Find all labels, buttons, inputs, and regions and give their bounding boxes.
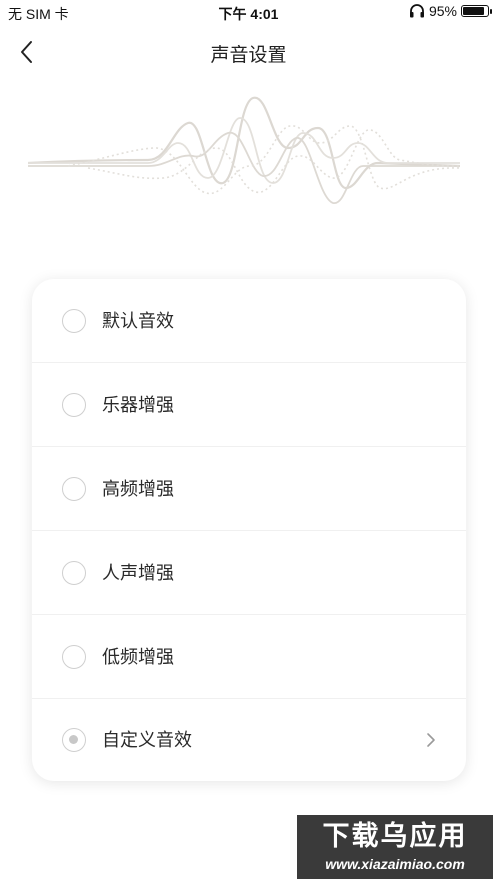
page-title: 声音设置 — [210, 45, 287, 66]
option-row-treble[interactable]: 高频增强 — [32, 447, 466, 531]
battery-icon — [461, 5, 492, 17]
radio-button[interactable] — [62, 476, 86, 501]
chevron-right-icon — [427, 733, 435, 747]
radio-button[interactable] — [62, 644, 86, 669]
watermark-logo: 下载乌应用 www.xiazaimiao.com — [297, 815, 493, 879]
watermark-url: www.xiazaimiao.com — [325, 856, 465, 872]
headphones-icon — [409, 4, 424, 18]
option-label: 人声增强 — [102, 562, 174, 583]
option-row-custom[interactable]: 自定义音效 — [32, 699, 466, 781]
radio-button[interactable] — [62, 308, 86, 333]
option-label: 高频增强 — [102, 478, 174, 499]
status-right: 95% — [409, 3, 492, 19]
radio-button[interactable] — [62, 728, 86, 752]
option-row-bass[interactable]: 低频增强 — [32, 615, 466, 699]
battery-percent: 95% — [428, 3, 457, 19]
sound-effect-options-card: 默认音效 乐器增强 高频增强 人声增强 低频增强 自定义音效 — [32, 279, 466, 781]
watermark-title: 下载乌应用 — [322, 821, 468, 851]
option-label: 乐器增强 — [102, 394, 174, 415]
option-row-vocal[interactable]: 人声增强 — [32, 531, 466, 615]
option-label: 自定义音效 — [102, 730, 192, 750]
sound-wave-illustration — [28, 96, 460, 204]
radio-button[interactable] — [62, 392, 86, 417]
radio-button[interactable] — [62, 560, 86, 585]
option-label: 低频增强 — [102, 646, 174, 667]
option-row-instrument[interactable]: 乐器增强 — [32, 363, 466, 447]
status-bar: 无 SIM 卡 下午 4:01 95% — [0, 0, 497, 26]
battery-fill — [463, 7, 484, 15]
option-label: 默认音效 — [102, 310, 174, 331]
nav-bar: 声音设置 — [0, 30, 497, 74]
option-row-default[interactable]: 默认音效 — [32, 279, 466, 363]
